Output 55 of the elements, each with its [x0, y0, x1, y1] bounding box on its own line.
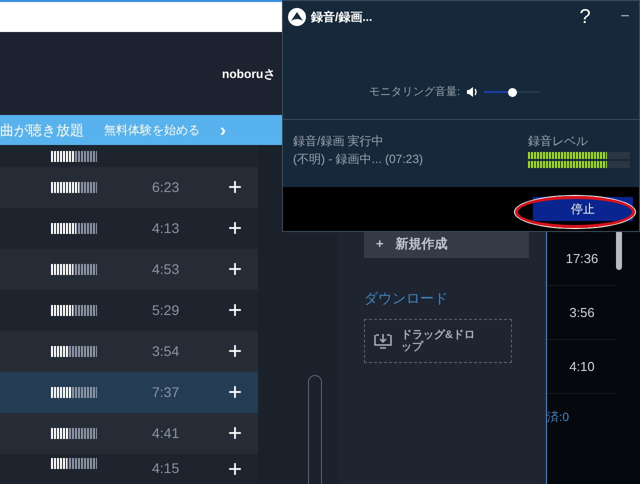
user-name[interactable]: noboruさ	[222, 64, 276, 82]
drop-zone[interactable]: ドラッグ&ドロップ	[364, 319, 512, 363]
help-button[interactable]: ?	[573, 2, 597, 32]
add-icon[interactable]: +	[228, 422, 242, 446]
monitor-volume-label: モニタリング音量:	[369, 84, 460, 100]
logo-icon	[287, 7, 307, 27]
popularity-meter	[51, 346, 97, 357]
chevron-icon: ›	[220, 121, 226, 139]
banner-title: 曲が聴き放題	[0, 120, 84, 140]
popularity-meter	[51, 223, 97, 234]
popularity-meter	[51, 264, 97, 275]
recording-detail: (不明) - 録画中... (07:23)	[293, 151, 424, 168]
popularity-meter	[51, 182, 97, 193]
volume-slider[interactable]	[484, 87, 540, 97]
popularity-meter	[51, 305, 97, 316]
track-duration: 7:37	[152, 383, 180, 402]
track-duration: 6:23	[152, 178, 180, 197]
track-duration: 4:15	[152, 459, 180, 478]
speaker-icon	[466, 86, 478, 98]
track-duration: 5:29	[152, 301, 180, 320]
queue-duration: 4:10	[569, 358, 595, 376]
recording-status: 録音/録画 実行中	[293, 133, 385, 150]
queue-duration: 17:36	[566, 250, 598, 268]
add-icon[interactable]: +	[228, 380, 242, 404]
scrollbar-thumb[interactable]	[616, 230, 622, 270]
track-row[interactable]: 6:23 +	[0, 167, 258, 208]
track-duration: 3:54	[152, 342, 180, 361]
add-icon[interactable]: +	[228, 258, 242, 282]
drop-zone-label: ドラッグ&ドロップ	[401, 329, 476, 353]
new-playlist-button[interactable]: + 新規作成	[364, 230, 529, 258]
popularity-meter	[51, 458, 97, 469]
download-heading: ダウンロード	[364, 289, 449, 308]
track-row[interactable]: 4:41 +	[0, 413, 258, 454]
add-icon[interactable]: +	[228, 176, 242, 200]
track-row[interactable]: 7:37 +	[0, 372, 258, 413]
download-icon	[373, 332, 393, 350]
popularity-meter	[51, 150, 97, 162]
level-label: 録音レベル	[528, 133, 589, 150]
popularity-meter	[51, 387, 97, 398]
selected-count: 済:0	[547, 409, 570, 426]
add-icon[interactable]: +	[228, 216, 242, 240]
track-duration: 4:53	[152, 260, 180, 279]
address-bar[interactable]	[0, 0, 282, 32]
window-title: 録音/録画...	[311, 9, 372, 26]
add-icon[interactable]: +	[228, 458, 242, 482]
popularity-meter	[51, 428, 97, 439]
add-icon[interactable]: +	[228, 340, 242, 364]
add-icon[interactable]: +	[228, 298, 242, 322]
track-duration: 4:13	[152, 219, 180, 238]
track-row[interactable]: 4:53 +	[0, 249, 258, 290]
scrollbar-track[interactable]	[308, 375, 322, 484]
minimize-button[interactable]: −	[615, 5, 635, 29]
track-duration: 4:41	[152, 424, 180, 443]
queue-duration: 3:56	[569, 304, 595, 322]
track-row[interactable]: 3:54 +	[0, 331, 258, 372]
